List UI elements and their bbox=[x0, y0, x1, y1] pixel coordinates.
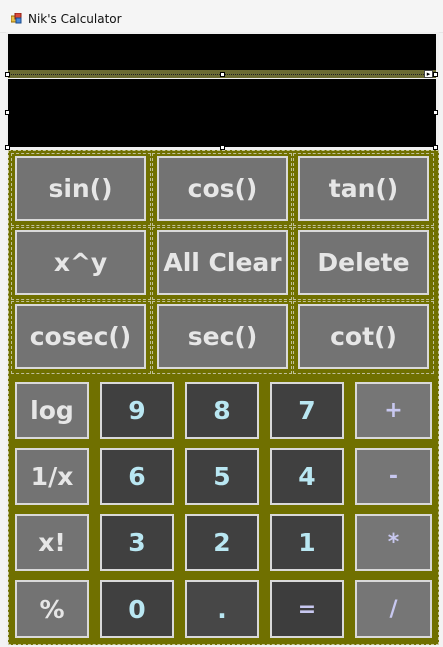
digit-2-button[interactable]: 2 bbox=[185, 514, 259, 571]
cos-button[interactable]: cos() bbox=[157, 156, 288, 221]
expression-display[interactable] bbox=[8, 34, 436, 70]
tan-button[interactable]: tan() bbox=[298, 156, 429, 221]
digit-4-button[interactable]: 4 bbox=[270, 448, 344, 505]
digit-7-button[interactable]: 7 bbox=[270, 382, 344, 439]
sec-button[interactable]: sec() bbox=[157, 304, 288, 369]
smart-tag-icon[interactable]: ▸ bbox=[424, 70, 433, 78]
title-bar: Nik's Calculator bbox=[0, 0, 443, 33]
multiply-button[interactable]: * bbox=[355, 514, 432, 571]
resize-handle[interactable] bbox=[220, 72, 225, 77]
cosec-button[interactable]: cosec() bbox=[15, 304, 146, 369]
digit-0-button[interactable]: 0 bbox=[100, 580, 174, 638]
delete-button[interactable]: Delete bbox=[298, 230, 429, 295]
plus-button[interactable]: + bbox=[355, 382, 432, 439]
resize-handle[interactable] bbox=[5, 110, 10, 115]
button-panel: sin() cos() tan() x^y All Clear Delete c… bbox=[8, 150, 439, 645]
digit-5-button[interactable]: 5 bbox=[185, 448, 259, 505]
window-title: Nik's Calculator bbox=[28, 12, 122, 26]
sin-button[interactable]: sin() bbox=[15, 156, 146, 221]
resize-handle[interactable] bbox=[5, 72, 10, 77]
cot-button[interactable]: cot() bbox=[298, 304, 429, 369]
app-icon bbox=[11, 13, 22, 24]
reciprocal-button[interactable]: 1/x bbox=[15, 448, 89, 505]
digit-8-button[interactable]: 8 bbox=[185, 382, 259, 439]
all-clear-button[interactable]: All Clear bbox=[157, 230, 288, 295]
digit-3-button[interactable]: 3 bbox=[100, 514, 174, 571]
percent-button[interactable]: % bbox=[15, 580, 89, 638]
decimal-button[interactable]: . bbox=[185, 580, 259, 638]
digit-6-button[interactable]: 6 bbox=[100, 448, 174, 505]
divide-button[interactable]: / bbox=[355, 580, 432, 638]
digit-1-button[interactable]: 1 bbox=[270, 514, 344, 571]
digit-9-button[interactable]: 9 bbox=[100, 382, 174, 439]
result-display[interactable] bbox=[8, 79, 436, 147]
resize-handle[interactable] bbox=[433, 72, 438, 77]
equals-button[interactable]: = bbox=[270, 580, 344, 638]
power-button[interactable]: x^y bbox=[15, 230, 146, 295]
factorial-button[interactable]: x! bbox=[15, 514, 89, 571]
minus-button[interactable]: - bbox=[355, 448, 432, 505]
resize-handle[interactable] bbox=[433, 110, 438, 115]
log-button[interactable]: log bbox=[15, 382, 89, 439]
